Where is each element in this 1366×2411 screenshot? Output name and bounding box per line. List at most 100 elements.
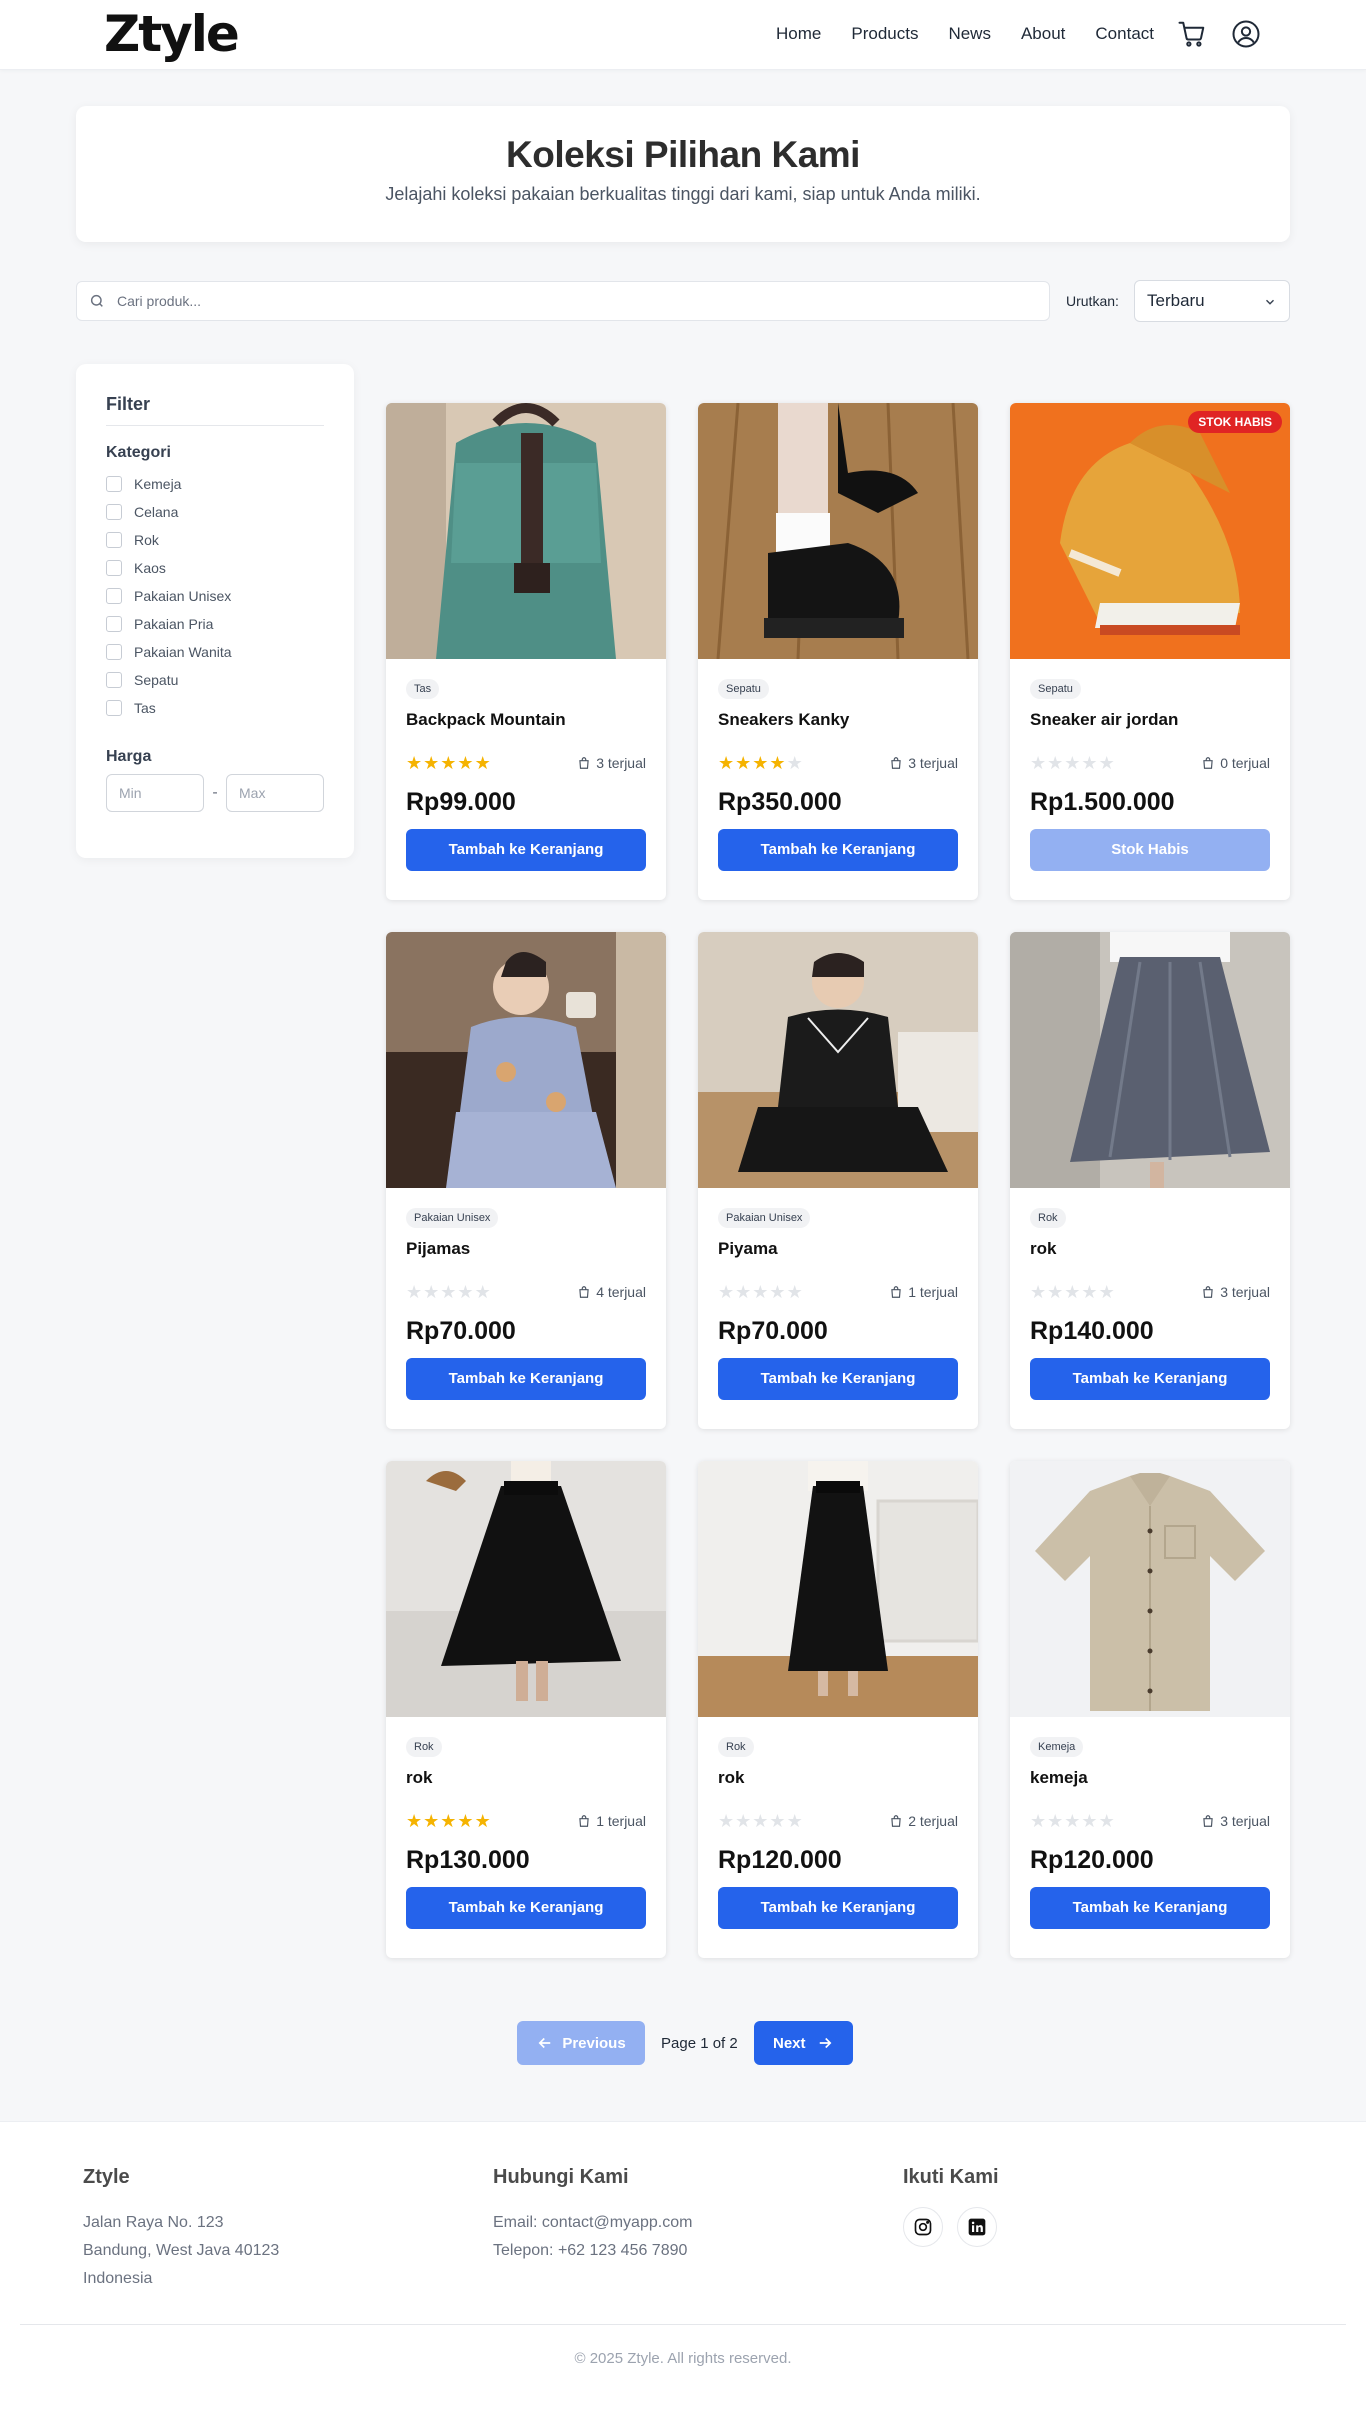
previous-button[interactable]: Previous — [517, 2021, 645, 2065]
star-icon: ★ — [406, 1811, 424, 1831]
product-name[interactable]: rok — [718, 1767, 958, 1789]
product-card[interactable]: Pakaian Unisex Pijamas ★★★★★ 4 terjual Rp70.… — [386, 932, 666, 1429]
category-checkbox[interactable] — [106, 644, 122, 660]
product-name[interactable]: Sneakers Kanky — [718, 709, 958, 731]
product-name[interactable]: rok — [1030, 1238, 1270, 1260]
category-option[interactable]: Tas — [106, 694, 324, 722]
add-to-cart-button[interactable]: Tambah ke Keranjang — [718, 1887, 958, 1929]
follow-title: Ikuti Kami — [903, 2166, 999, 2188]
category-checkbox[interactable] — [106, 700, 122, 716]
nav-products[interactable]: Products — [851, 18, 918, 50]
product-card[interactable]: Rok rok ★★★★★ 3 terjual Rp140.000 Tambah ke K… — [1010, 932, 1290, 1429]
star-icon: ★ — [735, 753, 753, 773]
category-checkbox[interactable] — [106, 588, 122, 604]
product-image[interactable] — [386, 403, 666, 659]
product-card[interactable]: Sepatu Sneakers Kanky ★★★★★ 3 terjual Rp350.… — [698, 403, 978, 900]
price-max-input[interactable] — [226, 774, 324, 812]
product-name[interactable]: kemeja — [1030, 1767, 1270, 1789]
user-icon[interactable] — [1230, 18, 1262, 50]
sold-count: 3 terjual — [1201, 1813, 1270, 1829]
social-links — [903, 2207, 1011, 2247]
product-name[interactable]: Backpack Mountain — [406, 709, 646, 731]
cart-icon[interactable] — [1176, 18, 1208, 50]
product-name[interactable]: Sneaker air jordan — [1030, 709, 1270, 731]
star-icon: ★ — [769, 1282, 787, 1302]
sold-count-text: 0 terjual — [1220, 755, 1270, 771]
add-to-cart-button[interactable]: Tambah ke Keranjang — [1030, 1887, 1270, 1929]
category-option[interactable]: Kaos — [106, 554, 324, 582]
add-to-cart-button[interactable]: Tambah ke Keranjang — [1030, 1358, 1270, 1400]
category-badge: Pakaian Unisex — [406, 1208, 499, 1228]
next-button[interactable]: Next — [753, 2021, 853, 2065]
category-checkbox[interactable] — [106, 560, 122, 576]
price-separator: - — [212, 784, 218, 801]
product-image[interactable] — [698, 403, 978, 659]
filter-panel: Filter Kategori Kemeja Celana Rok Kaos Pakai… — [76, 364, 354, 858]
sold-count-text: 3 terjual — [596, 755, 646, 771]
category-badge: Pakaian Unisex — [718, 1208, 811, 1228]
product-card[interactable]: Rok rok ★★★★★ 2 terjual Rp120.000 Tambah ke K… — [698, 1461, 978, 1958]
price-min-input[interactable] — [106, 774, 204, 812]
star-icon: ★ — [1030, 1811, 1048, 1831]
product-image[interactable] — [386, 1461, 666, 1717]
category-option[interactable]: Rok — [106, 526, 324, 554]
product-image[interactable] — [698, 1461, 978, 1717]
instagram-icon[interactable] — [903, 2207, 943, 2247]
shopping-bag-icon — [1203, 1815, 1213, 1827]
contact-title: Hubungi Kami — [493, 2166, 629, 2188]
sort-select[interactable]: Terbaru — [1134, 280, 1290, 322]
product-image[interactable] — [698, 932, 978, 1188]
category-option[interactable]: Pakaian Wanita — [106, 638, 324, 666]
sort-label: Urutkan: — [1066, 293, 1119, 309]
product-name[interactable]: Pijamas — [406, 1238, 646, 1260]
category-option[interactable]: Kemeja — [106, 470, 324, 498]
add-to-cart-button[interactable]: Tambah ke Keranjang — [718, 1358, 958, 1400]
category-checkbox[interactable] — [106, 476, 122, 492]
add-to-cart-button[interactable]: Tambah ke Keranjang — [406, 1358, 646, 1400]
star-icon: ★ — [1064, 1811, 1082, 1831]
sold-count-text: 4 terjual — [596, 1284, 646, 1300]
category-option[interactable]: Sepatu — [106, 666, 324, 694]
product-image[interactable]: STOK HABIS — [1010, 403, 1290, 659]
category-label: Pakaian Wanita — [134, 644, 232, 660]
product-card[interactable]: Rok rok ★★★★★ 1 terjual Rp130.000 Tambah ke K… — [386, 1461, 666, 1958]
footer-social-col: Ikuti Kami — [903, 2166, 1011, 2247]
page-info: Page 1 of 2 — [661, 2034, 738, 2052]
footer-address-line: Bandung, West Java 40123 — [83, 2242, 280, 2259]
category-option[interactable]: Pakaian Unisex — [106, 582, 324, 610]
brand-logo[interactable]: Ztyle — [104, 4, 240, 64]
product-card[interactable]: Pakaian Unisex Piyama ★★★★★ 1 terjual Rp70.0… — [698, 932, 978, 1429]
star-icon: ★ — [1047, 1811, 1065, 1831]
add-to-cart-button[interactable]: Tambah ke Keranjang — [406, 1887, 646, 1929]
star-icon: ★ — [457, 1811, 475, 1831]
nav-home[interactable]: Home — [776, 18, 821, 50]
product-card[interactable]: Kemeja kemeja ★★★★★ 3 terjual Rp120.000 Tamba… — [1010, 1461, 1290, 1958]
product-image[interactable] — [1010, 1461, 1290, 1717]
star-icon: ★ — [1030, 1282, 1048, 1302]
add-to-cart-button[interactable]: Tambah ke Keranjang — [406, 829, 646, 871]
nav-contact[interactable]: Contact — [1095, 18, 1154, 50]
star-icon: ★ — [440, 753, 458, 773]
product-card[interactable]: Tas Backpack Mountain ★★★★★ 3 terjual Rp99.0… — [386, 403, 666, 900]
nav-about[interactable]: About — [1021, 18, 1065, 50]
category-checkbox[interactable] — [106, 672, 122, 688]
linkedin-icon[interactable] — [957, 2207, 997, 2247]
category-checkbox[interactable] — [106, 504, 122, 520]
arrow-right-icon — [816, 2034, 834, 2052]
nav-news[interactable]: News — [948, 18, 991, 50]
category-checkbox[interactable] — [106, 532, 122, 548]
category-option[interactable]: Celana — [106, 498, 324, 526]
add-to-cart-button[interactable]: Tambah ke Keranjang — [718, 829, 958, 871]
category-badge: Rok — [406, 1737, 442, 1757]
product-card[interactable]: STOK HABIS Sepatu Sneaker air jordan ★★★★★ 0… — [1010, 403, 1290, 900]
product-name[interactable]: Piyama — [718, 1238, 958, 1260]
search-input[interactable] — [117, 293, 1017, 309]
contact-email[interactable]: Email: contact@myapp.com — [493, 2209, 692, 2237]
out-of-stock-button[interactable]: Stok Habis — [1030, 829, 1270, 871]
category-option[interactable]: Pakaian Pria — [106, 610, 324, 638]
product-image[interactable] — [386, 932, 666, 1188]
sold-count: 1 terjual — [577, 1813, 646, 1829]
category-checkbox[interactable] — [106, 616, 122, 632]
product-name[interactable]: rok — [406, 1767, 646, 1789]
product-image[interactable] — [1010, 932, 1290, 1188]
